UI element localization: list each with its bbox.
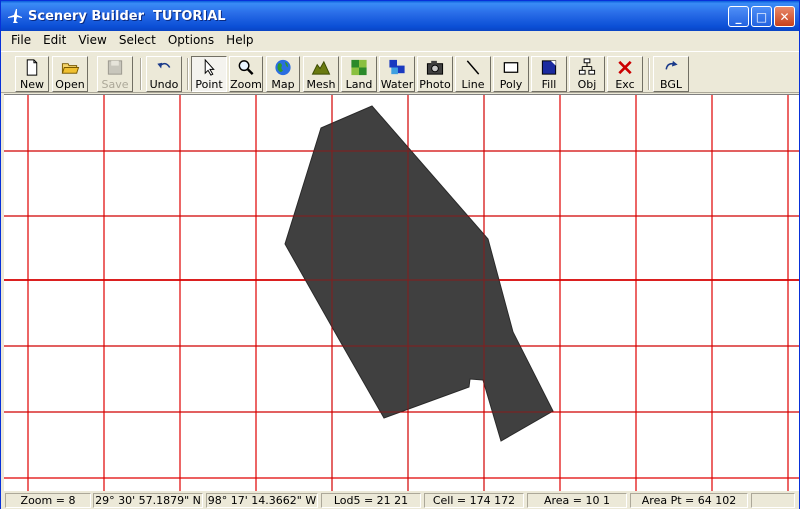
line-button[interactable]: Line — [455, 56, 491, 92]
status-longitude: 98° 17' 14.3662" W — [206, 493, 318, 508]
minimize-button[interactable]: _ — [728, 6, 749, 27]
mesh-label: Mesh — [306, 78, 336, 91]
obj-button[interactable]: Obj — [569, 56, 605, 92]
menu-view[interactable]: View — [72, 31, 112, 50]
status-area: Area = 10 1 — [527, 493, 627, 508]
menu-file[interactable]: File — [5, 31, 37, 50]
globe-icon — [275, 59, 291, 76]
status-bar: Zoom = 8 29° 30' 57.1879" N 98° 17' 14.3… — [1, 491, 799, 509]
mountain-icon — [311, 60, 331, 75]
undo-arrow-icon — [157, 62, 171, 69]
water-tiles-icon — [389, 59, 405, 75]
open-label: Open — [55, 78, 85, 91]
obj-label: Obj — [577, 78, 597, 91]
magnifier-icon — [238, 60, 254, 75]
exc-button[interactable]: Exc — [607, 56, 643, 92]
open-button[interactable]: Open — [52, 56, 88, 92]
line-label: Line — [461, 78, 485, 91]
exclude-x-icon — [618, 60, 632, 75]
new-button[interactable]: New — [15, 56, 49, 92]
title-bar[interactable]: Scenery Builder TUTORIAL _ □ ✕ — [1, 1, 799, 31]
save-disk-icon — [107, 60, 123, 75]
scenery-polygon[interactable] — [284, 105, 554, 442]
exc-label: Exc — [615, 78, 635, 91]
status-area-pt: Area Pt = 64 102 — [630, 493, 748, 508]
window-title: Scenery Builder TUTORIAL — [28, 8, 226, 24]
toolbar: New Open Save Undo Point Zoom Map Mesh L… — [1, 51, 799, 93]
status-empty-panel — [751, 493, 795, 508]
undo-button[interactable]: Undo — [146, 56, 182, 92]
land-label: Land — [345, 78, 373, 91]
zoom-button[interactable]: Zoom — [229, 56, 263, 92]
status-cell: Cell = 174 172 — [424, 493, 524, 508]
new-document-icon — [26, 59, 38, 76]
pointer-arrow-icon — [204, 58, 215, 76]
photo-label: Photo — [419, 78, 451, 91]
bgl-button[interactable]: BGL — [653, 56, 689, 92]
water-label: Water — [380, 78, 414, 91]
map-label: Map — [271, 78, 295, 91]
camera-icon — [426, 60, 444, 75]
poly-button[interactable]: Poly — [493, 56, 529, 92]
photo-button[interactable]: Photo — [417, 56, 453, 92]
zoom-label: Zoom — [230, 78, 262, 91]
app-window: Scenery Builder TUTORIAL _ □ ✕ File Edit… — [0, 0, 800, 509]
fill-button[interactable]: Fill — [531, 56, 567, 92]
water-button[interactable]: Water — [379, 56, 415, 92]
airplane-icon — [8, 9, 22, 23]
maximize-button[interactable]: □ — [751, 6, 772, 27]
menu-edit[interactable]: Edit — [37, 31, 72, 50]
mesh-button[interactable]: Mesh — [303, 56, 339, 92]
fill-label: Fill — [541, 78, 557, 91]
fill-icon — [541, 60, 557, 75]
object-tree-icon — [578, 58, 596, 75]
save-label: Save — [101, 78, 129, 91]
point-button[interactable]: Point — [191, 56, 227, 92]
close-button[interactable]: ✕ — [774, 6, 795, 27]
poly-label: Poly — [499, 78, 523, 91]
new-label: New — [20, 78, 44, 91]
menu-help[interactable]: Help — [220, 31, 259, 50]
land-tiles-icon — [351, 59, 367, 76]
status-lod5: Lod5 = 21 21 — [321, 493, 421, 508]
menu-options[interactable]: Options — [162, 31, 220, 50]
bgl-label: BGL — [659, 78, 682, 91]
menu-select[interactable]: Select — [113, 31, 162, 50]
menu-bar: File Edit View Select Options Help — [1, 31, 799, 50]
polygon-icon — [503, 62, 519, 73]
scenery-drawing[interactable] — [4, 95, 799, 491]
point-label: Point — [195, 78, 223, 91]
status-latitude: 29° 30' 57.1879" N — [93, 493, 203, 508]
save-button[interactable]: Save — [97, 56, 133, 92]
map-canvas[interactable] — [4, 94, 799, 491]
line-icon — [466, 60, 480, 75]
compile-arrow-icon — [665, 60, 678, 70]
status-zoom: Zoom = 8 — [5, 493, 91, 508]
undo-label: Undo — [149, 78, 179, 91]
open-folder-icon — [61, 63, 80, 74]
map-button[interactable]: Map — [266, 56, 300, 92]
land-button[interactable]: Land — [341, 56, 377, 92]
